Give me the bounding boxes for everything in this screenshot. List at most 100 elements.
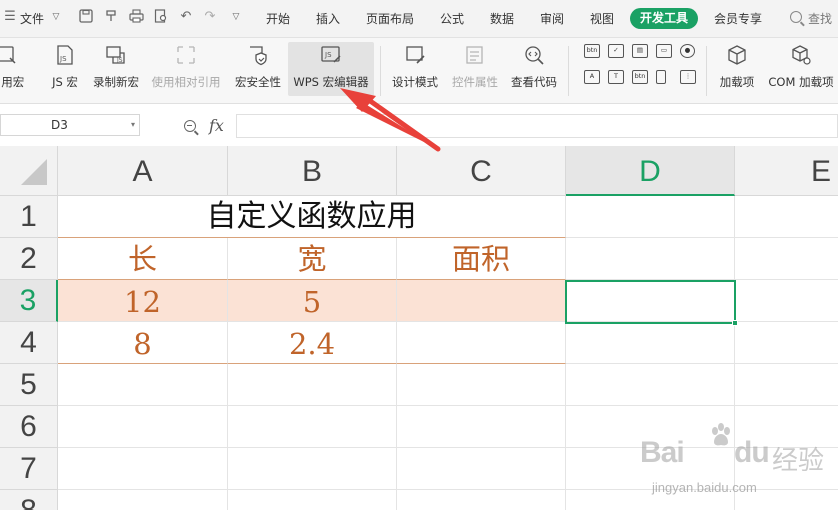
- name-box[interactable]: D3 ▾: [0, 114, 140, 136]
- design-mode-button[interactable]: 设计模式: [386, 42, 444, 96]
- row-header-1[interactable]: 1: [0, 196, 58, 238]
- checkbox-control-icon[interactable]: ✓: [608, 44, 624, 58]
- cell-a7[interactable]: [58, 448, 228, 490]
- tab-home[interactable]: 开始: [266, 10, 290, 27]
- tab-member[interactable]: 会员专享: [714, 10, 762, 27]
- js-file-icon: JS: [57, 45, 73, 65]
- cell-c4[interactable]: [397, 322, 566, 364]
- cell-b4[interactable]: 2.4: [228, 322, 397, 364]
- row-header-8[interactable]: 8: [0, 490, 58, 510]
- print-preview-icon[interactable]: [153, 9, 169, 25]
- row-header-7[interactable]: 7: [0, 448, 58, 490]
- cell-e1[interactable]: [735, 196, 838, 238]
- cell-a3[interactable]: 12: [58, 280, 228, 322]
- undo-icon[interactable]: ↶: [178, 9, 194, 25]
- control-properties-icon: [466, 46, 483, 64]
- tab-page-layout[interactable]: 页面布局: [366, 10, 414, 27]
- header-area[interactable]: 面积: [397, 238, 566, 280]
- listbox-control-icon[interactable]: ▭: [656, 44, 672, 58]
- name-box-dropdown-icon[interactable]: ▾: [131, 115, 135, 135]
- column-header-d[interactable]: D: [566, 146, 735, 196]
- redo-icon[interactable]: ↷: [202, 9, 218, 25]
- design-mode-label: 设计模式: [392, 75, 438, 89]
- cell-a8[interactable]: [58, 490, 228, 510]
- cell-c6[interactable]: [397, 406, 566, 448]
- scrollbar-control-icon[interactable]: [656, 70, 666, 84]
- cell-b5[interactable]: [228, 364, 397, 406]
- zoom-out-icon[interactable]: [184, 120, 196, 132]
- record-macro-button[interactable]: JS 录制新宏: [88, 42, 144, 96]
- tab-developer[interactable]: 开发工具: [630, 8, 698, 29]
- title-cell[interactable]: 自定义函数应用: [58, 196, 566, 238]
- textbox-control-icon[interactable]: T: [608, 70, 624, 84]
- macro-icon: [0, 46, 16, 64]
- record-macro-icon: JS: [106, 46, 125, 64]
- select-all-corner[interactable]: [0, 146, 58, 196]
- cell-d2[interactable]: [566, 238, 735, 280]
- row-header-3[interactable]: 3: [0, 280, 58, 322]
- column-header-b[interactable]: B: [228, 146, 397, 196]
- customize-icon[interactable]: ▽: [228, 9, 244, 25]
- relative-reference-button[interactable]: 使用相对引用: [146, 42, 226, 96]
- cell-c5[interactable]: [397, 364, 566, 406]
- search-icon[interactable]: [790, 11, 802, 23]
- tab-insert[interactable]: 插入: [316, 10, 340, 27]
- menu-file[interactable]: 文件: [20, 10, 44, 27]
- js-macro-button[interactable]: JS JS 宏: [44, 42, 86, 96]
- cell-b6[interactable]: [228, 406, 397, 448]
- row-header-2[interactable]: 2: [0, 238, 58, 280]
- chevron-down-icon[interactable]: ▽: [48, 9, 64, 25]
- view-code-button[interactable]: 查看代码: [506, 42, 562, 96]
- search-label[interactable]: 查找: [808, 10, 832, 27]
- cell-c3[interactable]: [397, 280, 566, 322]
- cell-e3[interactable]: [735, 280, 838, 322]
- row-header-4[interactable]: 4: [0, 322, 58, 364]
- cell-d4[interactable]: [566, 322, 735, 364]
- fill-handle[interactable]: [732, 320, 738, 326]
- row-header-6[interactable]: 6: [0, 406, 58, 448]
- tab-view[interactable]: 视图: [590, 10, 614, 27]
- column-header-e[interactable]: E: [735, 146, 838, 196]
- active-cell-selection[interactable]: [565, 280, 738, 326]
- insert-function-button[interactable]: fx: [209, 116, 224, 135]
- cell-d1[interactable]: [566, 196, 735, 238]
- wps-macro-editor-button[interactable]: JS WPS 宏编辑器: [288, 42, 374, 96]
- cell-e4[interactable]: [735, 322, 838, 364]
- label-control-icon[interactable]: A: [584, 70, 600, 84]
- cell-e2[interactable]: [735, 238, 838, 280]
- combobox-control-icon[interactable]: ▤: [632, 44, 648, 58]
- header-length[interactable]: 长: [58, 238, 228, 280]
- tab-formulas[interactable]: 公式: [440, 10, 464, 27]
- row-header-5[interactable]: 5: [0, 364, 58, 406]
- spin-control-icon[interactable]: btn: [632, 70, 648, 84]
- addins-button[interactable]: 加载项: [714, 42, 760, 96]
- macro-security-button[interactable]: 宏安全性: [230, 42, 286, 96]
- cell-c7[interactable]: [397, 448, 566, 490]
- cell-e5[interactable]: [735, 364, 838, 406]
- print-icon[interactable]: [128, 9, 144, 25]
- cell-a6[interactable]: [58, 406, 228, 448]
- cell-a5[interactable]: [58, 364, 228, 406]
- column-header-c[interactable]: C: [397, 146, 566, 196]
- format-painter-icon[interactable]: [103, 9, 119, 25]
- enable-macro-button[interactable]: 启用宏: [0, 42, 32, 96]
- com-addins-button[interactable]: COM 加载项: [764, 42, 838, 96]
- cell-b3[interactable]: 5: [228, 280, 397, 322]
- radio-control-icon[interactable]: ●: [680, 44, 695, 58]
- control-properties-button[interactable]: 控件属性: [446, 42, 504, 96]
- column-header-a[interactable]: A: [58, 146, 228, 196]
- formula-input[interactable]: [236, 114, 838, 138]
- button-control-icon[interactable]: btn: [584, 44, 600, 58]
- cell-b8[interactable]: [228, 490, 397, 510]
- header-width[interactable]: 宽: [228, 238, 397, 280]
- view-code-icon: [525, 46, 544, 65]
- menu-icon[interactable]: ☰: [2, 9, 18, 25]
- cell-d5[interactable]: [566, 364, 735, 406]
- save-icon[interactable]: [78, 9, 94, 25]
- more-controls-icon[interactable]: ⋮: [680, 70, 696, 84]
- tab-review[interactable]: 审阅: [540, 10, 564, 27]
- tab-data[interactable]: 数据: [490, 10, 514, 27]
- cell-b7[interactable]: [228, 448, 397, 490]
- cell-a4[interactable]: 8: [58, 322, 228, 364]
- cell-c8[interactable]: [397, 490, 566, 510]
